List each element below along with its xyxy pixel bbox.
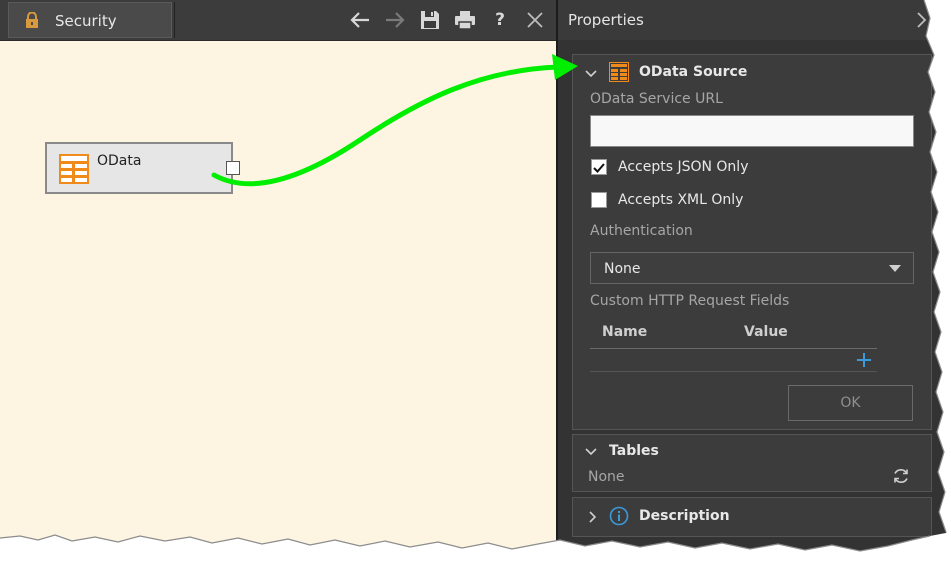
- odata-source-section: OData Source OData Service URL Accepts J…: [572, 54, 932, 430]
- add-icon[interactable]: [856, 352, 872, 368]
- check-icon: [593, 163, 605, 173]
- dropdown-arrow-icon: [889, 265, 901, 272]
- properties-panel: Properties OData Source OData Service UR…: [556, 0, 951, 568]
- output-connector[interactable]: [226, 161, 240, 175]
- column-name-header: Name: [602, 324, 648, 340]
- tab-divider: [174, 2, 175, 38]
- help-icon[interactable]: ?: [489, 9, 511, 31]
- json-only-label: Accepts JSON Only: [618, 159, 749, 175]
- url-label: OData Service URL: [590, 91, 723, 107]
- table-icon: [59, 154, 89, 184]
- xml-only-checkbox[interactable]: [591, 192, 607, 208]
- arrow-right-icon[interactable]: [384, 9, 406, 31]
- designer-canvas[interactable]: OData: [0, 41, 556, 568]
- odata-url-input[interactable]: [590, 115, 914, 147]
- column-value-header: Value: [744, 324, 788, 340]
- arrow-left-icon[interactable]: [349, 9, 371, 31]
- panel-title: Properties: [568, 11, 644, 29]
- xml-only-label: Accepts XML Only: [618, 192, 744, 208]
- panel-header: Properties: [558, 0, 951, 40]
- lock-icon: [26, 12, 38, 28]
- tables-value: None: [588, 469, 625, 485]
- refresh-icon[interactable]: [892, 467, 910, 485]
- screenshot: Security ? OData Properties OData Source…: [0, 0, 951, 568]
- tab-bar: Security ?: [0, 0, 556, 41]
- description-section: Description: [572, 497, 932, 537]
- tables-section: Tables None: [572, 434, 932, 492]
- custom-fields-header: Name Value: [590, 320, 877, 349]
- table-icon: [609, 62, 629, 82]
- odata-node[interactable]: OData: [45, 142, 240, 194]
- json-only-checkbox[interactable]: [591, 159, 607, 175]
- chevron-down-icon[interactable]: [585, 68, 597, 80]
- tab-label: Security: [55, 12, 117, 30]
- ok-button[interactable]: OK: [788, 385, 913, 421]
- close-icon[interactable]: [524, 9, 546, 31]
- info-icon: [609, 506, 629, 526]
- tab-security[interactable]: Security: [8, 2, 172, 38]
- custom-fields-label: Custom HTTP Request Fields: [590, 293, 790, 309]
- section-title: Description: [639, 508, 730, 524]
- section-title: OData Source: [639, 64, 748, 80]
- save-icon[interactable]: [419, 9, 441, 31]
- authentication-dropdown[interactable]: None: [590, 252, 914, 284]
- print-icon[interactable]: [454, 9, 476, 31]
- section-title: Tables: [609, 443, 659, 459]
- collapse-panel-icon[interactable]: [916, 10, 928, 30]
- authentication-value: None: [604, 261, 641, 277]
- authentication-label: Authentication: [590, 223, 693, 239]
- chevron-down-icon[interactable]: [585, 446, 597, 458]
- custom-fields-grid: [590, 349, 877, 372]
- node-label: OData: [97, 153, 142, 169]
- chevron-right-icon[interactable]: [587, 511, 599, 523]
